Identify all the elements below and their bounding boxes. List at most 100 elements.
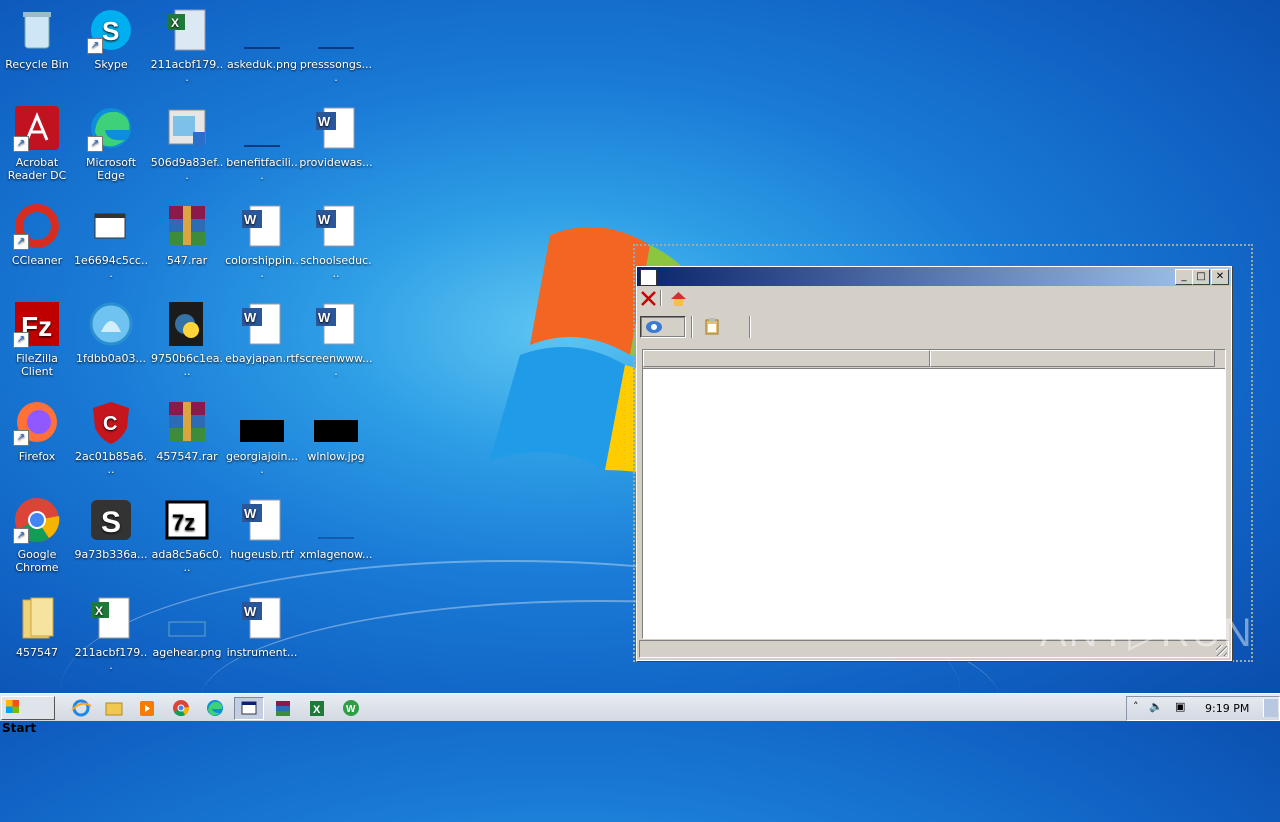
blue-orb-icon bbox=[87, 300, 135, 348]
desktop-icon-label: benefitfacili... bbox=[226, 156, 298, 182]
skype-icon: S ↗ bbox=[87, 6, 135, 54]
taskbar-chrome[interactable] bbox=[166, 697, 196, 720]
toolbar-separator bbox=[749, 316, 751, 338]
desktop-icon-label: 457547 bbox=[16, 646, 58, 659]
svg-text:W: W bbox=[318, 310, 331, 325]
show-hidden-icons-icon[interactable]: ˄ bbox=[1133, 700, 1139, 713]
shortcut-arrow-icon: ↗ bbox=[13, 528, 29, 544]
taskbar-winrar[interactable] bbox=[268, 697, 298, 720]
desktop-icon-label: Firefox bbox=[18, 450, 56, 463]
desktop-icon-label: colorshippin... bbox=[225, 254, 299, 280]
desktop-icon-label: FileZilla Client bbox=[16, 352, 58, 378]
image-file-icon bbox=[312, 6, 360, 54]
shortcut-arrow-icon: ↗ bbox=[87, 38, 103, 54]
desktop-icon-acrobat[interactable]: ↗ Acrobat Reader DC bbox=[0, 104, 74, 182]
folder-icon bbox=[13, 594, 61, 642]
home-icon[interactable] bbox=[670, 290, 687, 307]
desktop-icon-label: 9750b6c1ea... bbox=[150, 352, 224, 378]
clock[interactable]: 9:19 PM bbox=[1205, 702, 1249, 715]
window-titlebar[interactable]: _ □ ✕ bbox=[637, 267, 1231, 286]
desktop-icon-547-rar[interactable]: 547.rar bbox=[150, 202, 224, 267]
desktop-icon-ccleaner[interactable]: ↗ CCleaner bbox=[0, 202, 74, 267]
taskbar-excel[interactable]: X bbox=[302, 697, 332, 720]
close-button[interactable]: ✕ bbox=[1211, 269, 1229, 285]
app-window-icon[interactable] bbox=[640, 269, 657, 286]
desktop-icon-1fdbb0a03[interactable]: 1fdbb0a03... bbox=[74, 300, 148, 365]
desktop-icon-label: hugeusb.rtf bbox=[230, 548, 294, 561]
desktop-icon-label: ebayjapan.rtf bbox=[225, 352, 299, 365]
close-x-tools-icon[interactable] bbox=[640, 290, 657, 307]
word-document-icon: W bbox=[238, 202, 286, 250]
desktop-icon-457547-rar[interactable]: 457547.rar bbox=[150, 398, 224, 463]
desktop-icon-457547-folder[interactable]: 457547 bbox=[0, 594, 74, 659]
svg-text:X: X bbox=[313, 704, 321, 716]
column-header-2[interactable] bbox=[930, 350, 1215, 367]
clipboard-icon[interactable] bbox=[703, 317, 721, 335]
show-desktop-button[interactable] bbox=[1263, 699, 1278, 717]
desktop-icon-hugeusb-rtf[interactable]: W hugeusb.rtf bbox=[225, 496, 299, 561]
filezilla-icon: Fz ↗ bbox=[13, 300, 61, 348]
desktop-icon-ebayjapan-rtf[interactable]: W ebayjapan.rtf bbox=[225, 300, 299, 365]
desktop-icon-wlnlow-jpg[interactable]: wlnlow.jpg bbox=[299, 398, 373, 463]
maximize-button[interactable]: □ bbox=[1192, 269, 1210, 285]
svg-text:W: W bbox=[318, 114, 331, 129]
desktop-icon-label: 211acbf179... bbox=[150, 58, 224, 84]
column-header-1[interactable] bbox=[643, 350, 930, 367]
desktop-icon-benefitfacili[interactable]: benefitfacili... bbox=[225, 104, 299, 182]
desktop-icon-georgiajoin[interactable]: georgiajoin.... bbox=[225, 398, 299, 476]
image-file-icon bbox=[312, 496, 360, 544]
volume-icon[interactable]: 🔈 bbox=[1149, 700, 1163, 713]
word-document-icon: W bbox=[238, 300, 286, 348]
desktop-icon-2ac01b85a6[interactable]: C 2ac01b85a6... bbox=[74, 398, 148, 476]
minimize-button[interactable]: _ bbox=[1175, 269, 1193, 285]
network-icon[interactable]: ▣ bbox=[1175, 700, 1185, 713]
desktop-icon-ada8c5a6c0[interactable]: 7z ada8c5a6c0... bbox=[150, 496, 224, 574]
desktop-icon-chrome[interactable]: ↗ Google Chrome bbox=[0, 496, 74, 574]
desktop-icon-label: 457547.rar bbox=[156, 450, 218, 463]
desktop-icon-506d9a83ef[interactable]: 506d9a83ef... bbox=[150, 104, 224, 182]
taskbar-ie[interactable] bbox=[66, 697, 96, 720]
desktop-icon-edge[interactable]: ↗ Microsoft Edge bbox=[74, 104, 148, 182]
winrar-archive-icon bbox=[276, 701, 290, 716]
desktop-icon-instrument[interactable]: W instrument... bbox=[225, 594, 299, 659]
desktop-icon-label: askeduk.png bbox=[227, 58, 297, 71]
desktop-icon-label: Skype bbox=[94, 58, 128, 71]
taskbar: Start X W ˄ 🔈 ▣ 9:19 PM bbox=[0, 693, 1280, 735]
desktop-icon-askeduk-png[interactable]: askeduk.png bbox=[225, 6, 299, 71]
list-view[interactable] bbox=[642, 349, 1226, 639]
taskbar-active-app[interactable] bbox=[234, 697, 264, 720]
taskbar-media-player[interactable] bbox=[132, 697, 162, 720]
desktop-icon-skype[interactable]: S ↗ Skype bbox=[74, 6, 148, 71]
desktop-icon-presssongs[interactable]: presssongs.... bbox=[299, 6, 373, 84]
desktop-icon-label: CCleaner bbox=[11, 254, 63, 267]
svg-text:W: W bbox=[318, 212, 331, 227]
windows-flag-icon bbox=[6, 700, 19, 713]
desktop-icon-schoolseduc[interactable]: W schoolseduc... bbox=[299, 202, 373, 280]
eye-view-button[interactable] bbox=[640, 316, 686, 338]
desktop-icon-xmlagenow[interactable]: xmlagenow... bbox=[299, 496, 373, 561]
desktop-icon-screenwww[interactable]: W screenwww.... bbox=[299, 300, 373, 378]
desktop-icon-label: Google Chrome bbox=[15, 548, 59, 574]
internet-explorer-icon bbox=[71, 699, 92, 717]
desktop-icon-filezilla[interactable]: Fz ↗ FileZilla Client bbox=[0, 300, 74, 378]
desktop-icon-agehear-png[interactable]: agehear.png bbox=[150, 594, 224, 659]
desktop-icon-label: xmlagenow... bbox=[299, 548, 373, 561]
desktop-icon-recycle-bin[interactable]: Recycle Bin bbox=[0, 6, 74, 71]
desktop-icon-1e6694c5cc[interactable]: 1e6694c5cc... bbox=[74, 202, 148, 280]
taskbar-edge[interactable] bbox=[200, 697, 230, 720]
desktop-icon-9a73b336a[interactable]: S 9a73b336a... bbox=[74, 496, 148, 561]
desktop-icon-colorshippin[interactable]: W colorshippin... bbox=[225, 202, 299, 280]
start-button[interactable]: Start bbox=[1, 696, 55, 735]
shortcut-arrow-icon: ↗ bbox=[13, 234, 29, 250]
desktop-icon-providewas[interactable]: W providewas... bbox=[299, 104, 373, 169]
winrar-archive-icon bbox=[163, 202, 211, 250]
ccleaner-icon: ↗ bbox=[13, 202, 61, 250]
desktop-icon-211acbf179-b[interactable]: X 211acbf179... bbox=[74, 594, 148, 672]
desktop-icon-211acbf179[interactable]: X 211acbf179... bbox=[150, 6, 224, 84]
desktop-icon-firefox[interactable]: ↗ Firefox bbox=[0, 398, 74, 463]
taskbar-green-app[interactable]: W bbox=[336, 697, 366, 720]
desktop-icon-9750b6c1ea[interactable]: 9750b6c1ea... bbox=[150, 300, 224, 378]
svg-text:X: X bbox=[171, 16, 179, 30]
taskbar-explorer[interactable] bbox=[99, 697, 129, 720]
svg-text:X: X bbox=[95, 604, 103, 618]
